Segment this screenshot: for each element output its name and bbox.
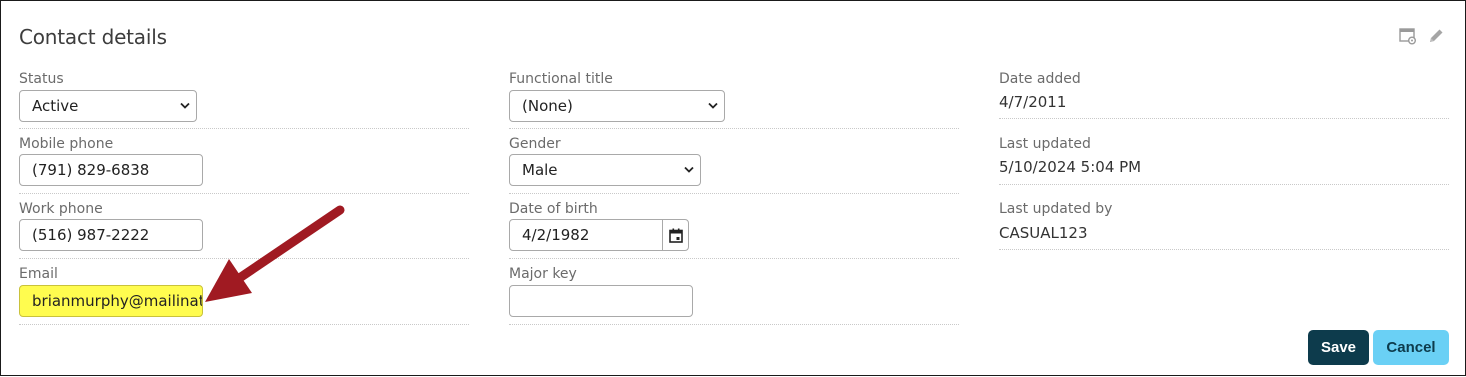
status-label: Status — [19, 71, 64, 87]
major-key-field: Major key — [509, 266, 959, 326]
last-updated-by-value: CASUAL123 — [999, 224, 1088, 242]
work-phone-input[interactable]: (516) 987-2222 — [19, 219, 203, 251]
header-icons — [1399, 27, 1445, 45]
date-picker-button[interactable] — [662, 220, 688, 250]
gender-value: Male — [522, 161, 558, 179]
date-added-value: 4/7/2011 — [999, 93, 1067, 111]
gender-field: Gender Male — [509, 136, 959, 194]
panel-title: Contact details — [19, 25, 167, 49]
last-updated-value: 5/10/2024 5:04 PM — [999, 158, 1142, 176]
work-phone-label: Work phone — [19, 201, 103, 217]
functional-title-field: Functional title (None) — [509, 71, 959, 129]
last-updated-by-label: Last updated by — [999, 201, 1113, 217]
work-phone-value: (516) 987-2222 — [32, 226, 150, 244]
mobile-phone-field: Mobile phone (791) 829-6838 — [19, 136, 469, 194]
date-added-label: Date added — [999, 71, 1081, 87]
email-value: brianmurphy@mailinat — [32, 292, 203, 310]
functional-title-select[interactable]: (None) — [509, 90, 725, 122]
gender-select[interactable]: Male — [509, 154, 701, 186]
cancel-button[interactable]: Cancel — [1373, 330, 1449, 365]
date-of-birth-label: Date of birth — [509, 201, 598, 217]
major-key-label: Major key — [509, 266, 577, 282]
functional-title-value: (None) — [522, 97, 573, 115]
status-field: Status Active — [19, 71, 469, 129]
status-select[interactable]: Active — [19, 90, 197, 122]
work-phone-field: Work phone (516) 987-2222 — [19, 201, 469, 259]
settings-window-icon[interactable] — [1399, 27, 1417, 45]
email-label: Email — [19, 266, 58, 282]
date-of-birth-input[interactable]: 4/2/1982 — [509, 219, 689, 251]
chevron-down-icon — [708, 102, 718, 109]
mobile-phone-input[interactable]: (791) 829-6838 — [19, 154, 203, 186]
chevron-down-icon — [684, 166, 694, 173]
last-updated-label: Last updated — [999, 136, 1091, 152]
date-of-birth-value: 4/2/1982 — [522, 226, 590, 244]
date-of-birth-field: Date of birth 4/2/1982 — [509, 201, 959, 259]
major-key-input[interactable] — [509, 285, 693, 317]
email-field: Email brianmurphy@mailinat — [19, 266, 469, 326]
gender-label: Gender — [509, 136, 561, 152]
calendar-icon — [668, 228, 683, 243]
functional-title-label: Functional title — [509, 71, 613, 87]
date-added-field: Date added 4/7/2011 — [999, 71, 1449, 119]
last-updated-by-field: Last updated by CASUAL123 — [999, 201, 1449, 251]
status-value: Active — [32, 97, 79, 115]
mobile-phone-label: Mobile phone — [19, 136, 114, 152]
save-button[interactable]: Save — [1308, 330, 1369, 365]
pencil-edit-icon[interactable] — [1427, 27, 1445, 45]
mobile-phone-value: (791) 829-6838 — [32, 161, 150, 179]
chevron-down-icon — [180, 102, 190, 109]
last-updated-field: Last updated 5/10/2024 5:04 PM — [999, 136, 1449, 186]
email-input[interactable]: brianmurphy@mailinat — [19, 285, 203, 317]
contact-details-panel: Contact details Status Active Mobile pho… — [0, 0, 1466, 376]
